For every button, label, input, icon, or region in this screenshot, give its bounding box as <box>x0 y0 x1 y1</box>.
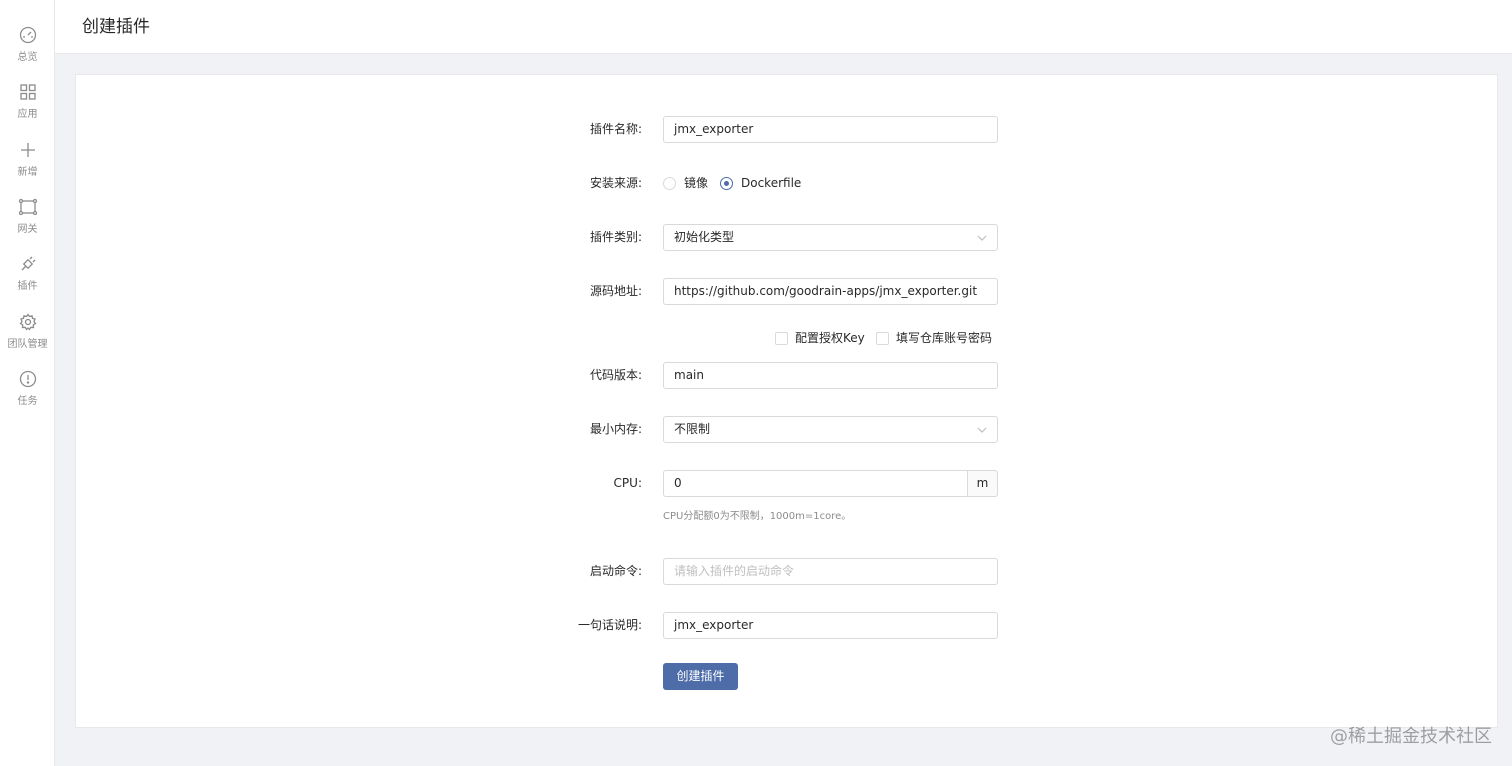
page-title: 创建插件 <box>82 17 150 37</box>
apps-grid-icon <box>19 84 36 100</box>
field-label: CPU: <box>613 476 642 490</box>
cpu-hint: CPU分配额0为不限制，1000m=1core。 <box>663 511 852 522</box>
sidebar-item-tasks[interactable]: 任务 <box>0 370 55 422</box>
sidebar-item-label: 任务 <box>17 396 38 407</box>
field-label: 安装来源: <box>589 176 642 190</box>
radio-dockerfile-label: Dockerfile <box>741 176 802 190</box>
gateway-icon <box>18 198 37 216</box>
sidebar-item-label: 总览 <box>17 52 38 63</box>
repo-url-input[interactable]: https://github.com/goodrain-apps/jmx_exp… <box>663 278 998 305</box>
sidebar-item-plugins[interactable]: 插件 <box>0 255 55 307</box>
radio-image-label: 镜像 <box>684 176 709 190</box>
select-value: 初始化类型 <box>674 230 735 244</box>
min-memory-select[interactable]: 不限制 <box>663 416 998 443</box>
chevron-down-icon <box>977 427 987 433</box>
sidebar-item-label: 团队管理 <box>7 339 48 350</box>
radio-image[interactable] <box>663 177 676 190</box>
sidebar-item-add[interactable]: 新增 <box>0 141 55 193</box>
sidebar-item-label: 新增 <box>17 167 38 178</box>
auth-key-label: 配置授权Key <box>795 331 865 345</box>
select-value: 不限制 <box>674 422 711 436</box>
field-label: 最小内存: <box>589 422 642 436</box>
sidebar-item-label: 网关 <box>17 224 38 235</box>
cpu-input[interactable]: 0 <box>663 470 968 497</box>
dashboard-icon <box>19 26 36 44</box>
radio-dockerfile[interactable] <box>720 177 733 190</box>
form-card: 插件名称: jmx_exporter 安装来源: 镜像 Dockerfile 插… <box>75 74 1498 728</box>
start-command-input[interactable]: 请输入插件的启动命令 <box>663 558 998 585</box>
watermark: @稀土掘金技术社区 <box>1330 726 1492 747</box>
sidebar-item-label: 插件 <box>17 281 38 292</box>
cpu-unit-addon: m <box>968 470 998 497</box>
sidebar-item-label: 应用 <box>17 109 38 120</box>
field-label: 源码地址: <box>589 284 642 298</box>
account-checkbox[interactable] <box>876 332 889 345</box>
plug-icon <box>21 256 35 271</box>
create-plugin-button[interactable]: 创建插件 <box>663 663 738 690</box>
alert-circle-icon <box>19 370 36 388</box>
sidebar-item-gateway[interactable]: 网关 <box>0 198 55 250</box>
description-input[interactable]: jmx_exporter <box>663 612 998 639</box>
sidebar-item-apps[interactable]: 应用 <box>0 83 55 135</box>
field-label: 一句话说明: <box>577 618 642 632</box>
sidebar: 总览 应用 新增 网关 插件 团队管理 任务 <box>0 0 55 766</box>
field-label: 插件名称: <box>589 122 642 136</box>
gear-icon <box>19 313 36 331</box>
chevron-down-icon <box>977 235 987 241</box>
field-label: 代码版本: <box>589 368 642 382</box>
account-label: 填写仓库账号密码 <box>896 331 993 345</box>
plugin-category-select[interactable]: 初始化类型 <box>663 224 998 251</box>
page-header: 创建插件 <box>55 0 1512 54</box>
code-version-input[interactable]: main <box>663 362 998 389</box>
sidebar-item-overview[interactable]: 总览 <box>0 26 55 78</box>
field-label: 插件类别: <box>589 230 642 244</box>
field-label: 启动命令: <box>589 564 642 578</box>
plus-icon <box>20 143 35 157</box>
sidebar-item-team[interactable]: 团队管理 <box>0 313 55 365</box>
auth-key-checkbox[interactable] <box>775 332 788 345</box>
plugin-name-input[interactable]: jmx_exporter <box>663 116 998 143</box>
